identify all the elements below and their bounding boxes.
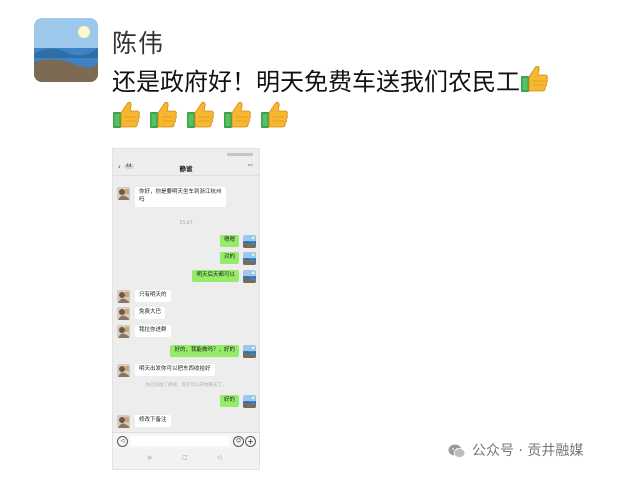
message-bubble-received[interactable]: 免费大巴 — [135, 307, 166, 319]
contact-avatar[interactable] — [117, 290, 130, 303]
message-bubble-received[interactable]: 明天出发你可以把东西收拾好 — [135, 364, 215, 376]
chat-title-bar: ‹ 44 静谧 ··· — [113, 161, 259, 176]
message-bubble-sent[interactable]: 明天后天都可以 — [192, 270, 239, 282]
thumbs-up-icon — [112, 100, 140, 130]
plus-icon[interactable]: + — [245, 436, 256, 447]
author-avatar[interactable] — [34, 18, 98, 82]
nav-home-icon[interactable]: □ — [182, 454, 188, 461]
voice-icon[interactable]: ◁ — [117, 436, 128, 447]
watermark: 公众号 · 贡井融媒 — [448, 440, 583, 460]
contact-avatar[interactable] — [117, 364, 130, 377]
contact-avatar[interactable] — [117, 187, 130, 200]
thumbs-up-icon — [223, 100, 251, 130]
message-text-line: 吗 — [139, 196, 145, 203]
post-text: 还是政府好！明天免费车送我们农民工 — [112, 62, 548, 97]
my-avatar[interactable] — [243, 345, 256, 358]
post-text-content: 还是政府好！明天免费车送我们农民工 — [112, 68, 520, 96]
nav-menu-icon[interactable]: ≡ — [147, 454, 152, 461]
thumbs-up-icon — [260, 100, 288, 130]
nav-back-icon[interactable]: ◁ — [217, 454, 222, 461]
message-bubble-sent[interactable]: 嗯嗯 — [219, 235, 239, 247]
message-bubble-received[interactable]: 只有明天的 — [135, 290, 171, 302]
my-avatar[interactable] — [243, 252, 256, 265]
message-input[interactable] — [130, 436, 229, 446]
contact-avatar[interactable] — [117, 325, 130, 338]
contact-avatar[interactable] — [117, 415, 130, 428]
message-bubble-sent[interactable]: 好的，我能做吗？，好的 — [170, 345, 239, 357]
more-options-icon[interactable]: ··· — [247, 161, 253, 170]
watermark-text: 公众号 · 贡井融媒 — [472, 443, 584, 459]
message-bubble-received[interactable]: 我拉你进群 — [135, 325, 171, 337]
chat-title: 静谧 — [179, 165, 193, 173]
message-bubble-received[interactable]: 你好，你是要明天坐车到浙江杭州吗 — [135, 187, 226, 207]
system-notice: 你已添加了静谧，现在可以开始聊天了。 — [145, 383, 227, 388]
emoji-icon[interactable]: ☺ — [233, 436, 244, 447]
contact-avatar[interactable] — [117, 307, 130, 320]
message-bubble-sent[interactable]: 好的 — [219, 395, 239, 407]
my-avatar[interactable] — [243, 270, 256, 283]
chat-timestamp: 15:47 — [179, 221, 193, 226]
android-nav-bar: ≡ □ ◁ — [113, 449, 259, 469]
status-icons — [227, 153, 253, 156]
chat-screenshot[interactable]: ‹ 44 静谧 ··· 你好，你是要明天坐车到浙江杭州吗 15:47 嗯嗯对的明天后… — [112, 148, 260, 470]
thumbs-up-icon — [149, 100, 177, 130]
thumbs-up-row — [112, 100, 292, 130]
message-bubble-received[interactable]: 修改下备注 — [135, 415, 171, 427]
my-avatar[interactable] — [243, 395, 256, 408]
status-bar — [113, 149, 259, 161]
thumbs-up-icon — [520, 64, 548, 94]
chat-input-bar: ◁ ☺ + — [113, 432, 259, 449]
thumbs-up-icon — [186, 100, 214, 130]
message-text-line: 你好，你是要明天坐车到浙江杭州 — [139, 189, 222, 195]
my-avatar[interactable] — [243, 235, 256, 248]
author-name[interactable]: 陈伟 — [112, 24, 164, 60]
wechat-logo-icon — [448, 444, 466, 458]
message-bubble-sent[interactable]: 对的 — [219, 252, 239, 264]
